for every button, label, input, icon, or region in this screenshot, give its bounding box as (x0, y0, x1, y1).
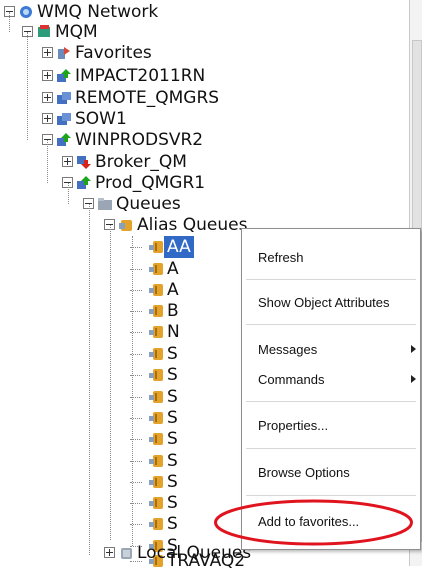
tree-node-winprodsvr2[interactable]: WINPRODSVR2 (0, 129, 300, 151)
tree-node-label: Favorites (75, 43, 152, 63)
menu-separator (246, 448, 416, 449)
tree-node-label: S (167, 451, 178, 471)
qmgr-running-icon (56, 68, 72, 84)
queues-folder-icon (97, 196, 113, 212)
menu-item-commands[interactable]: Commands (258, 372, 416, 387)
queue-icon (148, 346, 164, 362)
tree-node-mqm[interactable]: MQM (0, 21, 300, 43)
expand-icon[interactable] (42, 70, 53, 81)
tree-node-wmq-network[interactable]: WMQ Network (0, 1, 300, 23)
tree-node-sow1[interactable]: SOW1 (0, 108, 300, 130)
tree-node-label: S (167, 408, 178, 428)
menu-item-refresh[interactable]: Refresh (258, 250, 304, 265)
menu-item-label: Add to favorites... (258, 514, 360, 529)
queue-icon (148, 495, 164, 511)
qmgr-running-icon (56, 132, 72, 148)
menu-item-browse-options[interactable]: Browse Options (258, 465, 350, 480)
tree-node-label: S (167, 365, 178, 385)
context-menu: Refresh Show Object Attributes Messages … (241, 228, 421, 550)
tree-guide-line (132, 236, 133, 546)
menu-separator (246, 401, 416, 402)
tree-node-impact2011rn[interactable]: IMPACT2011RN (0, 65, 300, 87)
expand-icon[interactable] (42, 92, 53, 103)
menu-item-properties[interactable]: Properties... (258, 418, 328, 433)
favorites-icon (56, 45, 72, 61)
tree-node-label: REMOTE_QMGRS (75, 88, 220, 108)
tree-node-favorites[interactable]: Favorites (0, 42, 300, 64)
tree-guide-line (47, 140, 48, 183)
menu-item-label: Browse Options (258, 465, 350, 480)
tree-node-label: S (167, 387, 178, 407)
tree-guide-line (9, 12, 10, 32)
tree-node-label: Broker_QM (95, 152, 187, 172)
qmgr-group-icon (56, 111, 72, 127)
menu-item-label: Commands (258, 372, 325, 387)
queue-icon (148, 239, 164, 255)
menu-separator (246, 495, 416, 496)
menu-item-label: Show Object Attributes (258, 295, 390, 310)
tree-node-label: IMPACT2011RN (75, 66, 206, 86)
tree-node-label: S (167, 344, 178, 364)
menu-item-show-object-attributes[interactable]: Show Object Attributes (258, 295, 390, 310)
tree-node-label: S (167, 514, 178, 534)
tree-node-label: WMQ Network (37, 2, 159, 22)
tree-guide-line (68, 183, 69, 204)
tree-guide-line (27, 32, 28, 140)
tree-node-queues[interactable]: Queues (0, 193, 300, 215)
tree-node-label: N (167, 322, 180, 342)
tree-node-label: S (167, 429, 178, 449)
menu-item-add-to-favorites[interactable]: Add to favorites... (258, 514, 359, 529)
tree-node-label: B (167, 301, 179, 321)
menu-separator (246, 279, 416, 280)
alias-queues-icon (118, 217, 134, 233)
queue-icon (148, 261, 164, 277)
queue-icon (148, 474, 164, 490)
tree-node-label: WINPRODSVR2 (75, 130, 204, 150)
queue-icon (148, 324, 164, 340)
queue-icon (148, 282, 164, 298)
menu-item-messages[interactable]: Messages (258, 342, 416, 357)
tree-node-label: Alias Queues (137, 215, 248, 235)
submenu-arrow-icon (411, 375, 416, 383)
queue-icon (148, 303, 164, 319)
tree-node-label: S (167, 493, 178, 513)
expand-icon[interactable] (42, 113, 53, 124)
tree-node-label: MQM (55, 22, 98, 42)
menu-item-label: Properties... (258, 418, 329, 433)
queue-icon (148, 367, 164, 383)
tree-node-label: Local Queues (137, 543, 252, 563)
tree-guide-line (89, 204, 90, 555)
expand-icon[interactable] (42, 47, 53, 58)
tree-node-label: AA (164, 236, 194, 258)
menu-item-label: Refresh (258, 250, 304, 265)
queue-icon (148, 389, 164, 405)
qmgr-group-icon (56, 90, 72, 106)
tree-node-remote-qmgrs[interactable]: REMOTE_QMGRS (0, 87, 300, 109)
tree-node-label: S (167, 472, 178, 492)
tree-node-prod-qmgr1[interactable]: Prod_QMGR1 (0, 172, 300, 194)
local-queues-icon (118, 545, 134, 561)
menu-separator (246, 324, 416, 325)
tree-node-broker-qm[interactable]: Broker_QM (0, 151, 300, 173)
expand-icon[interactable] (62, 156, 73, 167)
qmgr-running-icon (76, 175, 92, 191)
mqm-icon (36, 24, 52, 40)
tree-node-label: Queues (116, 194, 181, 214)
tree-guide-line (110, 225, 111, 540)
queue-icon (148, 453, 164, 469)
tree-node-label: A (167, 280, 179, 300)
queue-icon (148, 516, 164, 532)
tree-node-label: SOW1 (75, 109, 127, 129)
tree-node-label: Prod_QMGR1 (95, 173, 206, 193)
tree-node-label: A (167, 259, 179, 279)
qmgr-stopped-icon (76, 154, 92, 170)
queue-icon (148, 431, 164, 447)
network-icon (18, 4, 34, 20)
expand-icon[interactable] (104, 547, 115, 558)
queue-icon (148, 410, 164, 426)
submenu-arrow-icon (411, 345, 416, 353)
menu-item-label: Messages (258, 342, 318, 357)
